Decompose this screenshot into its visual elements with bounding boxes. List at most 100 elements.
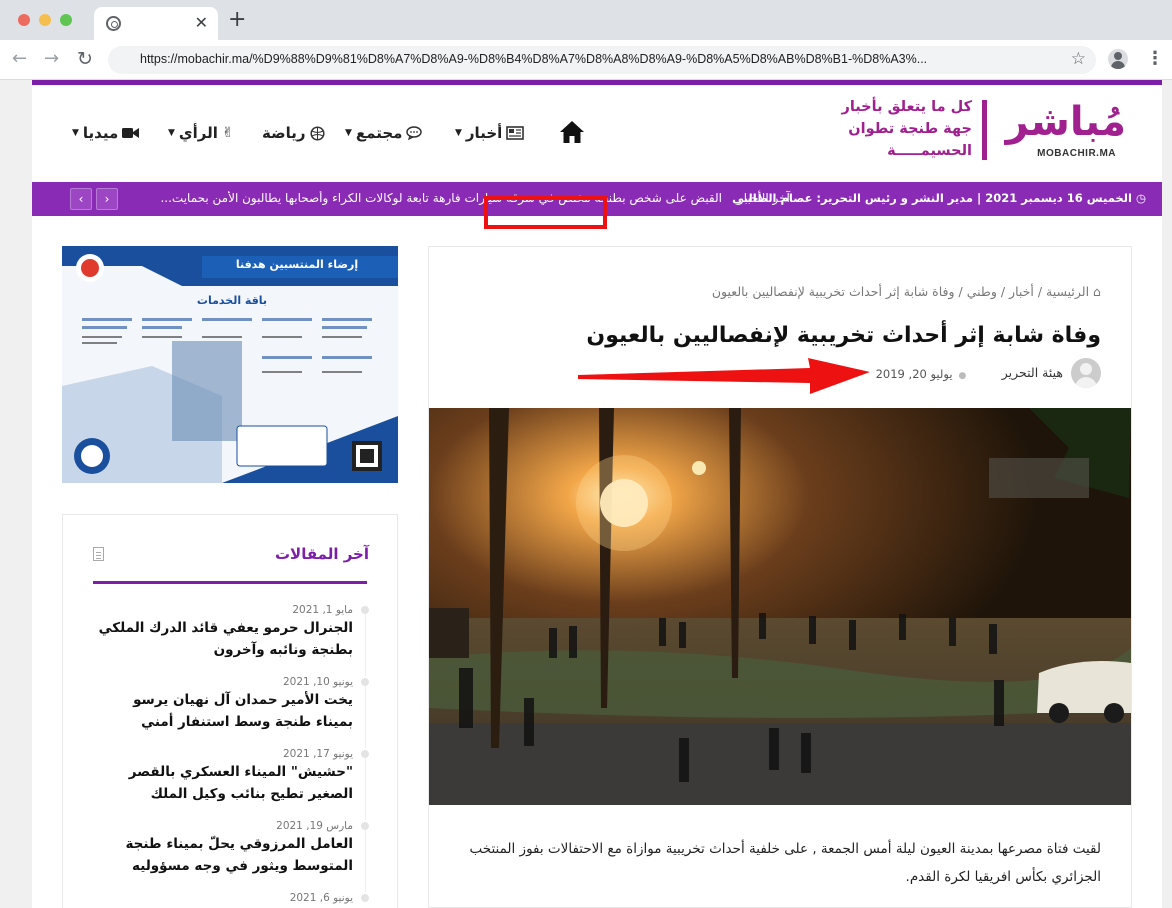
- minimize-window-button[interactable]: [39, 14, 51, 26]
- article-date-text: يوليو 20, 2019: [875, 367, 953, 381]
- url-text[interactable]: https://mobachir.ma/%D9%88%D9%81%D8%A7%D…: [140, 52, 927, 66]
- browser-menu-icon[interactable]: ⋮: [1146, 48, 1164, 70]
- tagline-line: كل ما يتعلق بأخبار: [841, 99, 972, 115]
- sidebar-ad-banner[interactable]: إرضاء المنتسبين هدفنا باقة الخدمات www.c…: [62, 246, 398, 483]
- back-button[interactable]: ←: [12, 48, 27, 70]
- logo-subtitle: MOBACHIR.MA: [1037, 148, 1116, 159]
- clock-icon: ◷: [1131, 191, 1146, 205]
- timeline-line: [365, 830, 366, 892]
- profile-avatar-icon[interactable]: [1108, 49, 1128, 69]
- article-title: وفاة شابة إثر أحداث تخريبية لإنفصاليين ب…: [586, 323, 1101, 348]
- article-card: ⌂ الرئيسية / أخبار / وطني / وفاة شابة إث…: [428, 246, 1132, 908]
- ticker-date-line: ◷ الخميس 16 ديسمبر 2021 | مدير النشر و ر…: [732, 191, 1146, 205]
- chat-icon: [406, 126, 423, 140]
- tab-strip: ✕ +: [0, 0, 1172, 40]
- article-body: لقيت فتاة مصرعها بمدينة العيون ليلة أمس …: [469, 841, 1101, 885]
- timeline-line: [365, 686, 366, 748]
- chevron-down-icon: ▼: [455, 128, 462, 138]
- logo-divider: [982, 100, 987, 160]
- bullet-icon: [361, 750, 369, 758]
- author-avatar[interactable]: [1071, 358, 1101, 388]
- ticker-next-button[interactable]: ›: [96, 188, 118, 210]
- top-accent-bar: [32, 80, 1162, 85]
- favicon-icon: [106, 16, 121, 31]
- author-name[interactable]: هيئة التحرير: [1002, 365, 1063, 380]
- site-tagline: كل ما يتعلق بأخبار جهة طنجة تطوان الحسيم…: [812, 96, 972, 162]
- maximize-window-button[interactable]: [60, 14, 72, 26]
- bookmark-star-icon[interactable]: ☆: [1071, 49, 1086, 69]
- forward-button[interactable]: →: [44, 48, 59, 70]
- nav-label: رياضة: [262, 124, 306, 142]
- ball-icon: [309, 125, 325, 141]
- new-tab-button[interactable]: +: [228, 9, 246, 31]
- logo-text: مُباشر: [1005, 99, 1126, 145]
- article-image[interactable]: [429, 408, 1131, 805]
- document-icon: [93, 547, 104, 561]
- timeline-line: [365, 614, 366, 676]
- ad-services: باقة الخدمات: [196, 294, 268, 307]
- list-item[interactable]: يونيو 17, 2021 "حشيش" الميناء العسكري با…: [93, 747, 369, 820]
- close-window-button[interactable]: [18, 14, 30, 26]
- highlight-box: [484, 196, 607, 229]
- nav-item-opinion[interactable]: ▼ الرأي ✌: [168, 118, 234, 148]
- post-date: يونيو 6, 2021: [289, 892, 353, 904]
- reload-button[interactable]: ↻: [77, 48, 93, 70]
- ticker-prev-button[interactable]: ‹: [70, 188, 92, 210]
- nav-item-sport[interactable]: رياضة: [262, 118, 325, 148]
- post-date: يونيو 17, 2021: [283, 748, 353, 760]
- chevron-down-icon: ▼: [345, 128, 352, 138]
- widget-title: آخر المقالات: [274, 545, 369, 563]
- separator-dot-icon: ●: [958, 371, 967, 381]
- breadcrumb: ⌂ الرئيسية / أخبار / وطني / وفاة شابة إث…: [651, 283, 1101, 301]
- nav-label: أخبار: [465, 124, 503, 142]
- site-container: مُباشر MOBACHIR.MA كل ما يتعلق بأخبار جه…: [32, 80, 1162, 908]
- bullet-icon: [361, 894, 369, 902]
- chevron-down-icon: ▼: [168, 128, 175, 138]
- post-title[interactable]: العامل المرزوقي يحلّ بميناء طنجة المتوسط…: [93, 833, 353, 877]
- post-title[interactable]: "حشيش" الميناء العسكري بالقصر الصغير تطي…: [93, 761, 353, 805]
- breadcrumb-text[interactable]: الرئيسية / أخبار / وطني / وفاة شابة إثر …: [712, 284, 1089, 299]
- post-date: يونيو 10, 2021: [283, 676, 353, 688]
- bullet-icon: [361, 822, 369, 830]
- list-item[interactable]: مارس 19, 2021 العامل المرزوقي يحلّ بمينا…: [93, 819, 369, 892]
- bullet-icon: [361, 606, 369, 614]
- latest-posts-widget: آخر المقالات مايو 1, 2021 الجنرال حرمو ي…: [62, 514, 398, 908]
- post-title[interactable]: يخت الأمير حمدان آل نهيان يرسو بميناء طن…: [93, 689, 353, 733]
- photo-scene: [429, 408, 1131, 805]
- post-date: مارس 19, 2021: [276, 820, 353, 832]
- ticker-headline[interactable]: القبض على شخص بطنجة مختص في سرقة سيارات …: [142, 191, 722, 205]
- ticker-label: آخر الأخبار: [738, 191, 790, 205]
- post-title[interactable]: الجنرال حرمو يعفي قائد الدرك الملكي بطنج…: [93, 617, 353, 661]
- article-date: يوليو 20, 2019 ●: [861, 361, 981, 387]
- arrow-annotation-icon: [578, 358, 870, 394]
- close-tab-icon[interactable]: ✕: [195, 13, 208, 33]
- peace-icon: ✌: [221, 125, 234, 141]
- home-icon[interactable]: [559, 120, 585, 144]
- list-item[interactable]: مايو 1, 2021 الجنرال حرمو يعفي قائد الدر…: [93, 603, 369, 676]
- chevron-down-icon: ▼: [72, 128, 79, 138]
- nav-label: مجتمع: [355, 124, 403, 142]
- ad-website: www.cciatanger.gov.ma: [324, 472, 396, 479]
- nav-label: ميديا: [82, 124, 119, 142]
- nav-item-media[interactable]: ▼ ميديا: [72, 118, 140, 148]
- list-item[interactable]: يونيو 6, 2021: [93, 891, 369, 905]
- page-viewport: مُباشر MOBACHIR.MA كل ما يتعلق بأخبار جه…: [0, 80, 1172, 908]
- browser-toolbar: ← → ↻ https://mobachir.ma/%D9%88%D9%81%D…: [0, 40, 1172, 80]
- ad-headline: إرضاء المنتسبين هدفنا: [235, 258, 359, 271]
- newspaper-icon: [506, 126, 525, 140]
- address-bar[interactable]: https://mobachir.ma/%D9%88%D9%81%D8%A7%D…: [108, 46, 1096, 74]
- home-small-icon: ⌂: [1089, 284, 1101, 299]
- nav-item-society[interactable]: ▼ مجتمع: [345, 118, 423, 148]
- site-logo[interactable]: مُباشر MOBACHIR.MA: [1006, 96, 1126, 166]
- browser-tab[interactable]: ✕: [94, 7, 218, 40]
- list-item[interactable]: يونيو 10, 2021 يخت الأمير حمدان آل نهيان…: [93, 675, 369, 748]
- ad-graphic: [62, 246, 398, 483]
- video-icon: [122, 128, 140, 138]
- tagline-line: جهة طنجة تطوان: [848, 121, 972, 137]
- tagline-line: الحسيمـــــة: [887, 143, 972, 159]
- timeline-line: [365, 758, 366, 820]
- nav-label: الرأي: [178, 124, 218, 142]
- post-date: مايو 1, 2021: [292, 604, 353, 616]
- bullet-icon: [361, 678, 369, 686]
- nav-item-news[interactable]: ▼ أخبار: [455, 118, 525, 148]
